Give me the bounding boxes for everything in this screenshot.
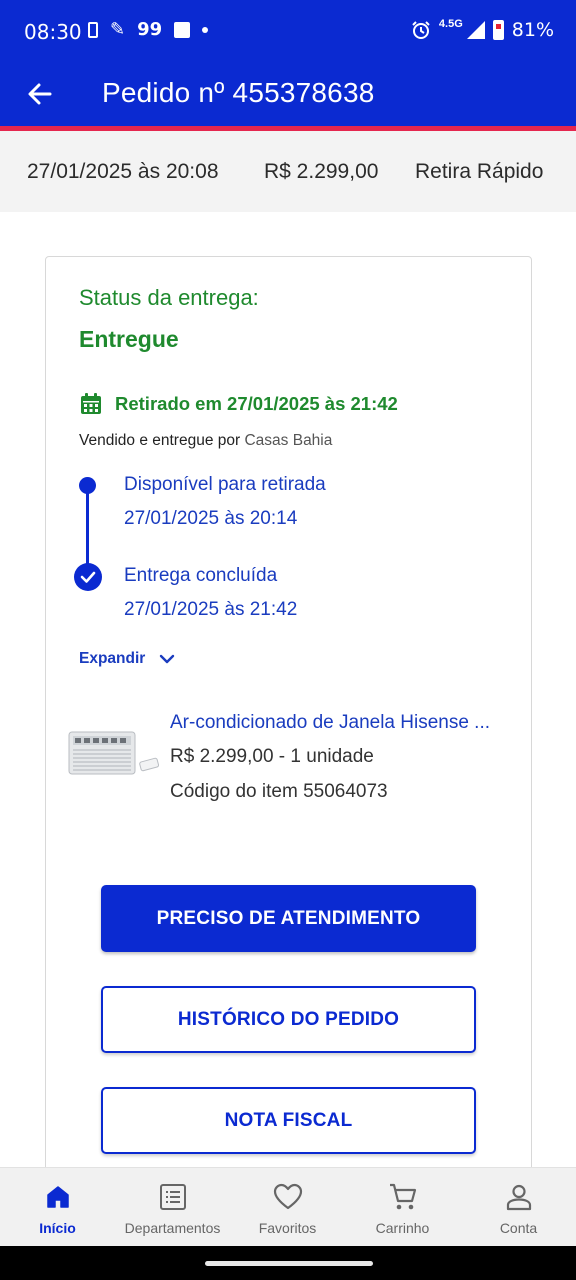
back-arrow-icon[interactable] bbox=[24, 78, 56, 110]
order-history-button[interactable]: HISTÓRICO DO PEDIDO bbox=[101, 986, 476, 1053]
app-bar: Pedido nº 455378638 bbox=[0, 64, 576, 126]
order-total: R$ 2.299,00 bbox=[264, 160, 379, 183]
sold-by: Vendido e entregue por Casas Bahia bbox=[79, 432, 332, 450]
battery-level: 81% bbox=[511, 19, 554, 41]
order-date: 27/01/2025 às 20:08 bbox=[27, 160, 219, 183]
system-nav-bar bbox=[0, 1246, 576, 1280]
nav-label: Conta bbox=[499, 1220, 538, 1236]
support-button[interactable]: PRECISO DE ATENDIMENTO bbox=[101, 885, 476, 952]
heart-icon bbox=[273, 1182, 303, 1212]
nav-item-departments[interactable]: Departamentos bbox=[115, 1168, 230, 1247]
pickup-text: Retirado em 27/01/2025 às 21:42 bbox=[115, 393, 398, 414]
nav-item-account[interactable]: Conta bbox=[461, 1168, 576, 1247]
calendar-icon bbox=[81, 393, 101, 414]
departments-icon bbox=[158, 1182, 188, 1212]
alarm-icon bbox=[412, 21, 430, 39]
expand-label: Expandir bbox=[79, 650, 146, 667]
timeline-step-label: Entrega concluída bbox=[124, 565, 278, 586]
product-price-quantity: R$ 2.299,00 - 1 unidade bbox=[170, 746, 374, 767]
seller-name: Casas Bahia bbox=[244, 432, 333, 449]
nav-item-favorites[interactable]: Favoritos bbox=[230, 1168, 345, 1247]
air-conditioner-image[interactable] bbox=[68, 728, 160, 778]
nav-label: Departamentos bbox=[124, 1220, 221, 1236]
product-name-link[interactable]: Ar-condicionado de Janela Hisense ... bbox=[170, 712, 490, 734]
nav-label: Favoritos bbox=[258, 1220, 317, 1236]
chevron-down-icon bbox=[160, 654, 175, 664]
page-title: Pedido nº 455378638 bbox=[102, 77, 375, 108]
signal-icon bbox=[466, 21, 485, 39]
sold-by-prefix: Vendido e entregue por bbox=[79, 432, 241, 449]
tag-icon: ✎ bbox=[110, 19, 126, 39]
delivery-status-value: Entregue bbox=[79, 326, 179, 352]
status-time: 08:30 bbox=[24, 20, 82, 44]
notification-icons: ✎ 99 bbox=[88, 19, 209, 40]
timeline-step-label: Disponível para retirada bbox=[124, 474, 326, 495]
nav-label: Carrinho bbox=[375, 1220, 430, 1236]
nav-item-cart[interactable]: Carrinho bbox=[345, 1168, 460, 1247]
battery-icon bbox=[492, 20, 504, 40]
cart-icon bbox=[388, 1182, 418, 1212]
nav-item-home[interactable]: Início bbox=[0, 1168, 115, 1247]
expand-button[interactable]: Expandir bbox=[79, 650, 175, 668]
pickup-info: Retirado em 27/01/2025 às 21:42 bbox=[79, 392, 398, 416]
invoice-button[interactable]: NOTA FISCAL bbox=[101, 1087, 476, 1154]
home-gesture-handle[interactable] bbox=[205, 1261, 373, 1266]
check-circle-icon bbox=[74, 563, 102, 591]
timeline-step-date: 27/01/2025 às 21:42 bbox=[124, 599, 298, 620]
user-icon bbox=[504, 1182, 534, 1212]
timeline-step-date: 27/01/2025 às 20:14 bbox=[124, 508, 298, 529]
status-bar: 08:30 ✎ 99 4.5G 81% bbox=[0, 0, 576, 64]
delivery-type: Retira Rápido bbox=[415, 160, 544, 183]
system-icons: 4.5G 81% bbox=[411, 18, 554, 41]
phone-icon bbox=[88, 21, 98, 38]
nav-label: Início bbox=[39, 1220, 76, 1236]
delivery-status-label: Status da entrega: bbox=[79, 285, 259, 310]
square-icon bbox=[174, 21, 191, 38]
order-summary: 27/01/2025 às 20:08 R$ 2.299,00 Retira R… bbox=[0, 131, 576, 212]
timeline-connector bbox=[86, 485, 89, 567]
bottom-nav: Início Departamentos Favoritos Carrinho … bbox=[0, 1167, 576, 1246]
home-icon bbox=[43, 1182, 73, 1212]
more-notifications-icon bbox=[202, 26, 209, 33]
app-99-icon: 99 bbox=[137, 19, 163, 40]
product-code: Código do item 55064073 bbox=[170, 781, 388, 802]
timeline-dot-icon bbox=[79, 477, 96, 494]
network-type: 4.5G bbox=[438, 18, 463, 30]
